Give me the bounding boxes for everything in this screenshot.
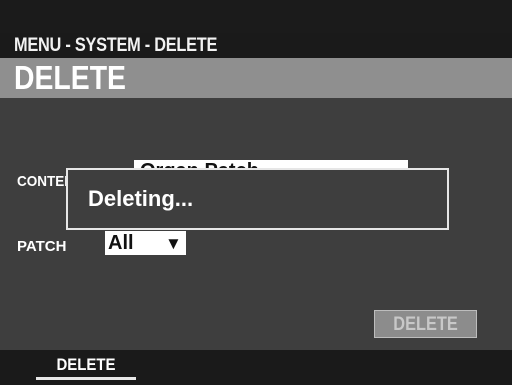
tab-active-indicator bbox=[36, 377, 136, 380]
dialog-message: Deleting... bbox=[88, 186, 194, 211]
patch-label: PATCH bbox=[17, 238, 67, 255]
breadcrumb: MENU - SYSTEM - DELETE bbox=[14, 35, 218, 56]
dropdown-arrow-icon: ▼ bbox=[165, 234, 182, 253]
page-title: DELETE bbox=[14, 59, 126, 96]
deleting-dialog: Deleting... bbox=[66, 168, 449, 230]
top-bar bbox=[0, 0, 512, 33]
patch-value: All bbox=[108, 232, 134, 254]
tab-delete-label: DELETE bbox=[56, 355, 116, 374]
patch-select[interactable]: All ▼ bbox=[105, 231, 186, 255]
delete-button-label: DELETE bbox=[393, 314, 458, 335]
delete-button[interactable]: DELETE bbox=[374, 310, 477, 338]
